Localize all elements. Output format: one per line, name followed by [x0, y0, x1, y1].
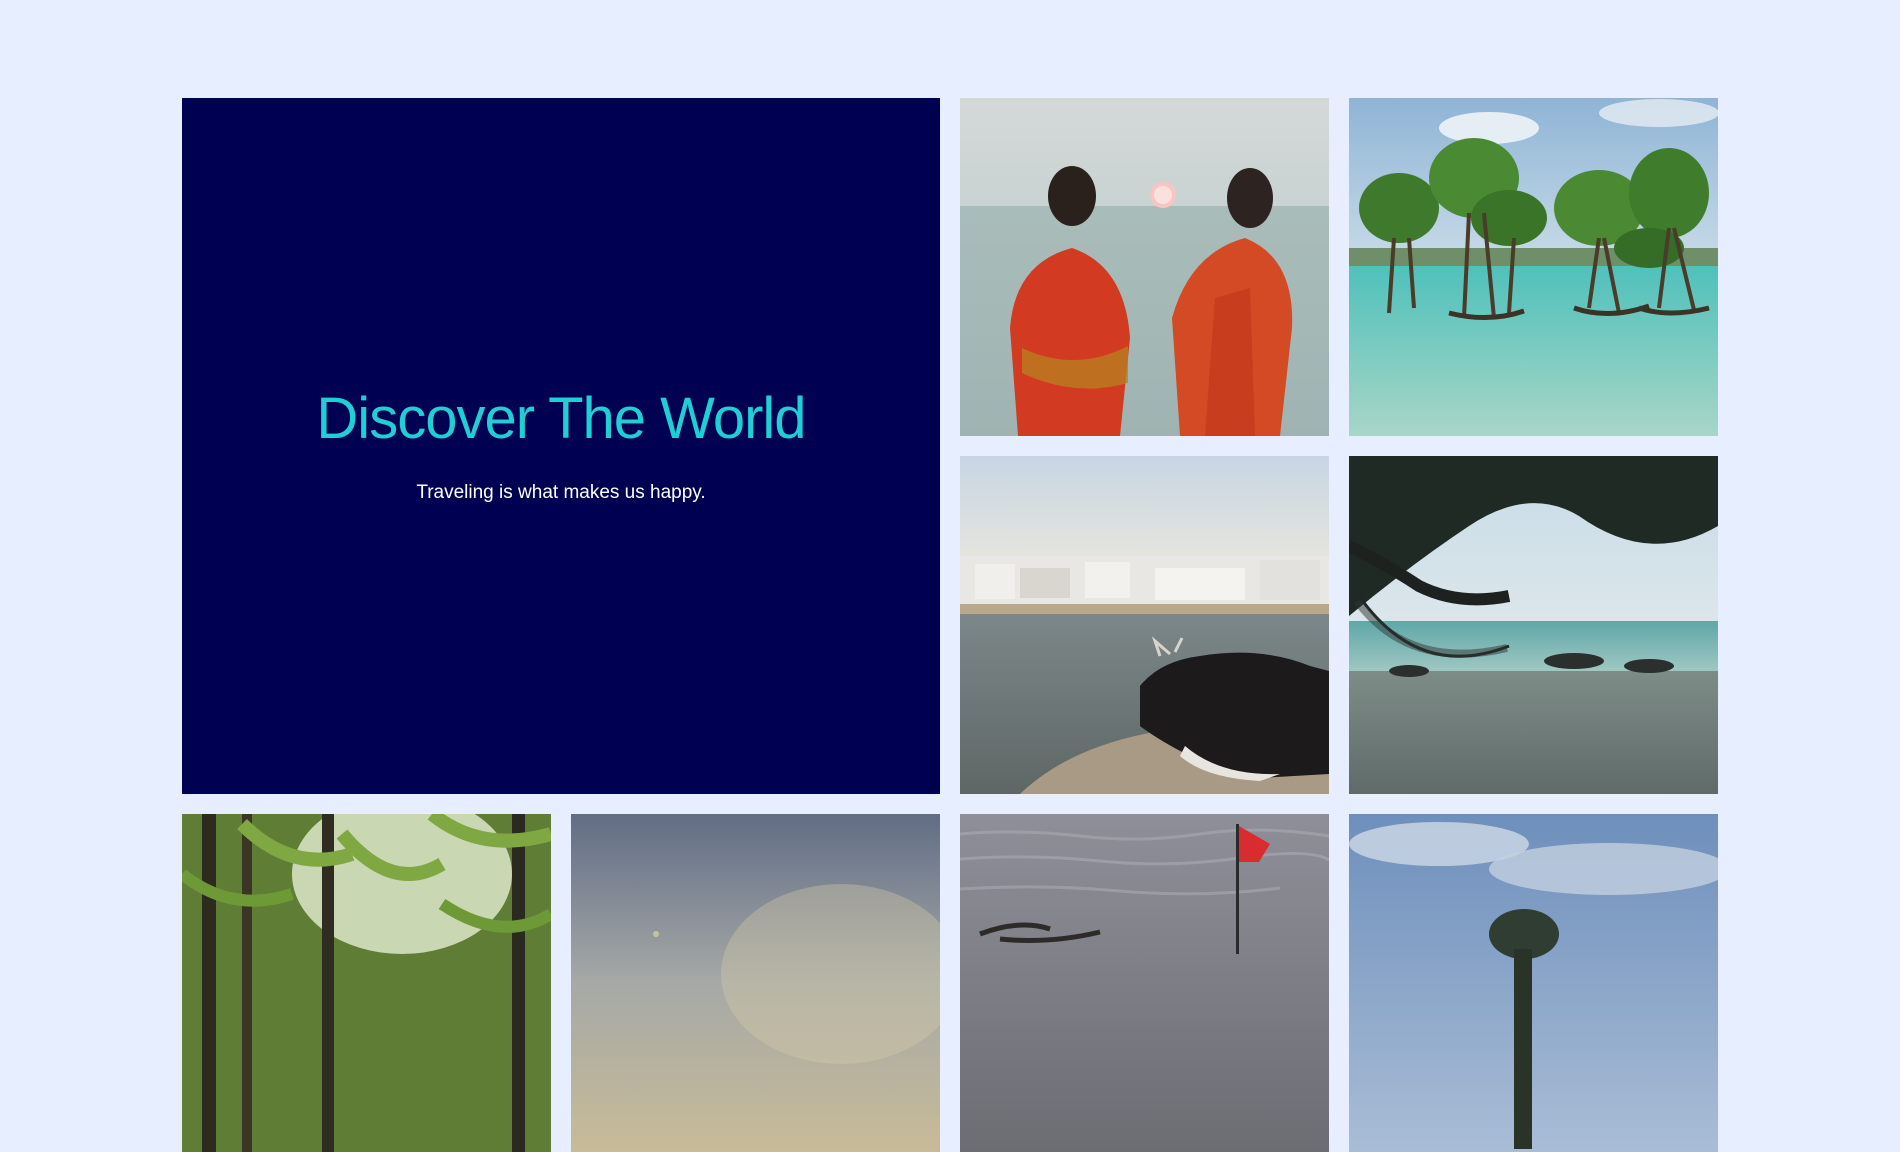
photo-cloudy-island[interactable]	[1349, 814, 1718, 1152]
photo-women-sunset[interactable]	[960, 98, 1329, 436]
hero-subtitle: Traveling is what makes us happy.	[416, 481, 706, 503]
photo-hazy-sunset[interactable]	[571, 814, 940, 1152]
photo-gallery: Discover The World Traveling is what mak…	[182, 98, 1718, 1152]
photo-lake-town-cow[interactable]	[960, 456, 1329, 794]
hero-banner: Discover The World Traveling is what mak…	[182, 98, 940, 794]
photo-palm-grove[interactable]	[182, 814, 551, 1152]
photo-sea-red-flag[interactable]	[960, 814, 1329, 1152]
photo-beach-hammock[interactable]	[1349, 456, 1718, 794]
photo-mangroves[interactable]	[1349, 98, 1718, 436]
hero-title: Discover The World	[316, 385, 806, 451]
